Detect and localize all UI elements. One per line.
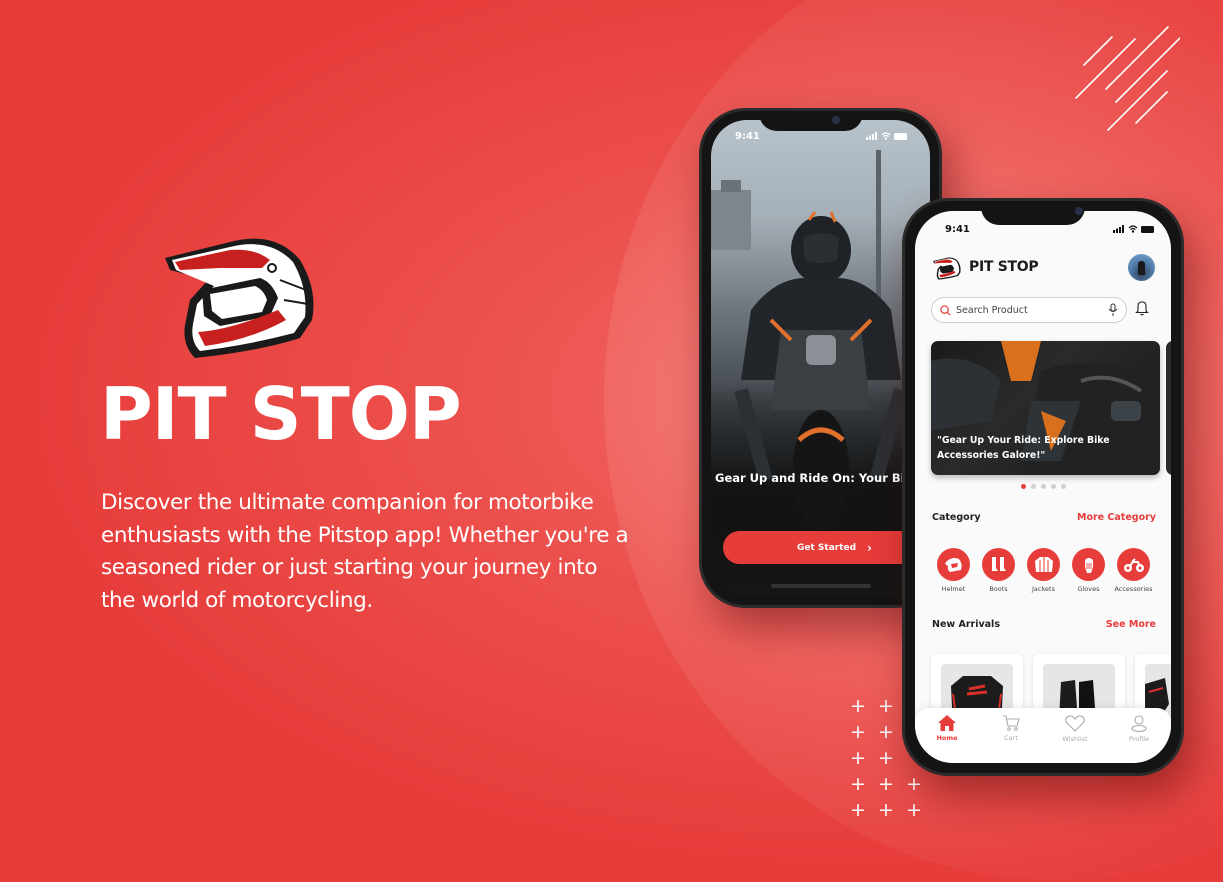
signal-icon (1113, 225, 1124, 233)
status-time: 9:41 (735, 131, 760, 142)
next-banner-peek[interactable] (1166, 341, 1171, 475)
helmet-icon (944, 557, 962, 572)
carousel-dot[interactable] (1051, 484, 1056, 489)
motorbike-icon (1123, 557, 1144, 572)
onboarding-tagline: Gear Up and Ride On: Your Bike Accessori… (715, 471, 930, 485)
boots-icon (991, 556, 1006, 571)
battery-icon (894, 133, 907, 140)
cart-icon (1003, 715, 1020, 731)
carousel-dot[interactable] (1031, 484, 1036, 489)
camera (1075, 207, 1083, 215)
carousel-dot[interactable] (1021, 484, 1026, 489)
jacket-icon (1034, 556, 1053, 572)
app-brand: PIT STOP (969, 259, 1039, 275)
category-item-gloves[interactable]: Gloves (1072, 548, 1105, 593)
category-item-jackets[interactable]: Jackets (1027, 548, 1060, 593)
app-header: PIT STOP (931, 251, 1157, 283)
nav-cart[interactable]: Cart (979, 708, 1043, 763)
home-icon (938, 715, 956, 731)
status-time: 9:41 (945, 224, 970, 235)
category-list: Helmet Boots Jackets Gloves Accessories (937, 548, 1153, 593)
category-title: Category (932, 512, 981, 523)
home-indicator (771, 584, 871, 588)
bell-icon[interactable] (1135, 300, 1149, 316)
decorative-lines (1075, 26, 1180, 131)
search-icon (940, 304, 951, 316)
bottom-nav: Home Cart Wishlist Profile (915, 708, 1171, 763)
category-item-accessories[interactable]: Accessories (1114, 548, 1153, 593)
home-screen: 9:41 PIT STOP Search Product "Gear Up Yo… (915, 211, 1171, 763)
category-item-helmet[interactable]: Helmet (937, 548, 970, 593)
helmet-logo-icon (933, 257, 961, 280)
carousel-dot[interactable] (1061, 484, 1066, 489)
notch (981, 201, 1085, 225)
camera (832, 116, 840, 124)
helmet-logo-icon (165, 238, 314, 358)
nav-wishlist[interactable]: Wishlist (1043, 708, 1107, 763)
wifi-icon (881, 132, 891, 140)
heart-icon (1065, 715, 1085, 732)
promo-banner[interactable]: "Gear Up Your Ride: Explore Bike Accesso… (931, 341, 1160, 475)
gloves-icon (1084, 557, 1093, 573)
search-input[interactable] (956, 304, 1096, 316)
get-started-button[interactable]: Get Started › (723, 531, 930, 564)
chevron-right-icon: › (867, 540, 872, 555)
microphone-icon[interactable] (1108, 303, 1118, 317)
home-phone: 9:41 PIT STOP Search Product "Gear Up Yo… (902, 198, 1184, 776)
onboarding-screen: 9:41 Gear Up and Ride On: Your Bike Acce… (711, 120, 930, 596)
nav-home[interactable]: Home (915, 708, 979, 763)
carousel-dot[interactable] (1041, 484, 1046, 489)
new-arrivals-title: New Arrivals (932, 619, 1000, 630)
search-bar (931, 297, 1127, 323)
see-more-link[interactable]: See More (1106, 619, 1156, 630)
profile-icon (1131, 715, 1147, 732)
wifi-icon (1128, 225, 1138, 233)
banner-text: "Gear Up Your Ride: Explore Bike Accesso… (937, 435, 1110, 461)
hero-title: PIT STOP (100, 372, 462, 456)
more-category-link[interactable]: More Category (1077, 512, 1156, 523)
category-item-boots[interactable]: Boots (982, 548, 1015, 593)
battery-icon (1141, 226, 1154, 233)
avatar[interactable] (1128, 254, 1155, 281)
hero-description: Discover the ultimate companion for moto… (101, 490, 629, 613)
status-icons (1113, 225, 1155, 233)
nav-profile[interactable]: Profile (1107, 708, 1171, 763)
notch (759, 111, 863, 131)
status-icons (866, 132, 908, 140)
signal-icon (866, 132, 877, 140)
get-started-label: Get Started (797, 542, 857, 553)
carousel-dots (1021, 484, 1066, 489)
